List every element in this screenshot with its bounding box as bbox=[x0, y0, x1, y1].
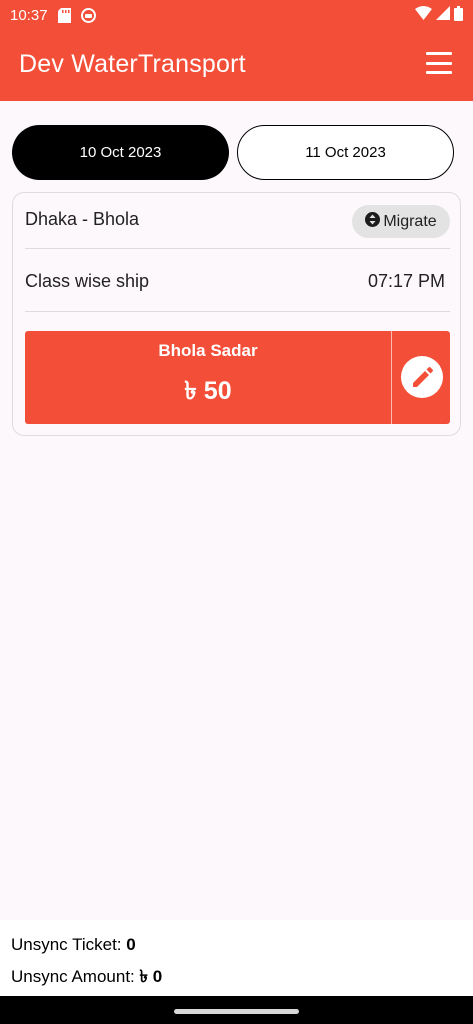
status-indicators bbox=[415, 5, 463, 25]
migrate-button[interactable]: Migrate bbox=[352, 205, 450, 238]
app-notification-icon bbox=[80, 7, 96, 23]
status-time: 10:37 bbox=[10, 6, 48, 24]
migrate-label: Migrate bbox=[383, 212, 437, 230]
unsync-amount-row: Unsync Amount: ৳ 0 bbox=[11, 964, 162, 992]
hamburger-menu-icon[interactable] bbox=[426, 50, 452, 76]
fare-stop-button[interactable]: Bhola Sadar ৳ 50 bbox=[25, 331, 392, 424]
unsync-ticket-value: 0 bbox=[126, 935, 136, 954]
stop-name: Bhola Sadar bbox=[158, 341, 258, 360]
app-header: 10:37 Dev WaterTransport bbox=[0, 0, 473, 101]
unsync-amount-label: Unsync Amount: bbox=[11, 967, 135, 986]
route-name: Dhaka - Bhola bbox=[25, 209, 140, 229]
battery-icon bbox=[454, 5, 463, 25]
status-bar: 10:37 bbox=[0, 0, 473, 30]
divider bbox=[25, 248, 450, 249]
unsync-amount-value: ৳ 0 bbox=[139, 967, 163, 986]
unsync-ticket-label: Unsync Ticket: bbox=[11, 935, 122, 954]
fare-box: Bhola Sadar ৳ 50 bbox=[25, 331, 450, 424]
unsync-ticket-row: Unsync Ticket: 0 bbox=[11, 935, 136, 955]
date-tab-label: 11 Oct 2023 bbox=[305, 144, 386, 161]
sd-card-icon bbox=[57, 7, 71, 23]
signal-icon bbox=[436, 6, 450, 24]
home-gesture-handle[interactable] bbox=[174, 1009, 299, 1014]
fare-amount: ৳ 50 bbox=[184, 377, 232, 405]
ship-class: Class wise ship bbox=[25, 271, 150, 291]
sync-footer: Unsync Ticket: 0 Unsync Amount: ৳ 0 bbox=[0, 920, 473, 996]
edit-pencil-icon[interactable] bbox=[401, 356, 443, 398]
trip-card: Dhaka - Bhola Migrate Class wise ship 07… bbox=[12, 192, 461, 436]
divider bbox=[25, 311, 450, 312]
date-tab-10-oct[interactable]: 10 Oct 2023 bbox=[12, 125, 229, 180]
date-tab-11-oct[interactable]: 11 Oct 2023 bbox=[237, 125, 454, 180]
date-tab-label: 10 Oct 2023 bbox=[79, 144, 162, 161]
wifi-icon bbox=[415, 6, 432, 24]
departure-time: 07:17 PM bbox=[368, 271, 446, 291]
swap-vertical-icon bbox=[365, 211, 381, 232]
app-title: Dev WaterTransport bbox=[19, 50, 246, 78]
